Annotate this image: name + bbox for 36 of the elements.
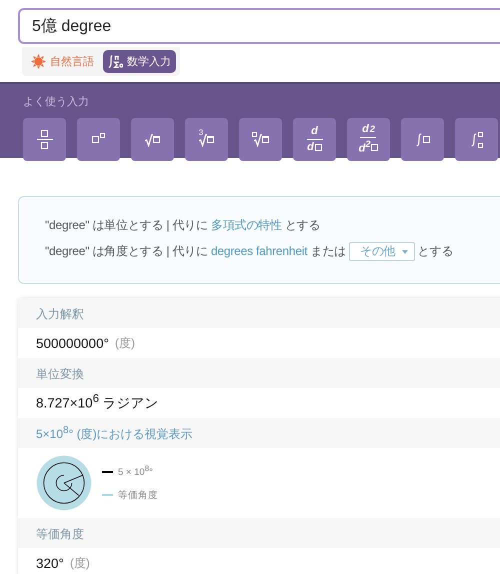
- more-dropdown[interactable]: その他: [349, 242, 415, 261]
- input-mode-tab[interactable]: 自然言語: [26, 50, 99, 73]
- math-template-button[interactable]: d d: [293, 118, 336, 161]
- radical-icon: [145, 132, 153, 146]
- math-template-button[interactable]: [23, 118, 66, 161]
- pod-title: 等価角度: [36, 527, 84, 541]
- result-value: 320°: [36, 556, 64, 570]
- math-template-button[interactable]: [77, 118, 120, 161]
- result-value: 500000000°: [36, 336, 109, 350]
- assumption-text: "degree" は単位とする | 代りに 多項式の特性 とする: [45, 217, 322, 234]
- assumption-link[interactable]: 多項式の特性: [210, 218, 282, 232]
- integral-icon: [416, 132, 422, 148]
- search-field[interactable]: 5億 degree: [18, 8, 500, 44]
- math-template-button[interactable]: [239, 118, 282, 161]
- assumption-link[interactable]: degrees fahrenheit: [210, 244, 308, 258]
- math-template-button[interactable]: [455, 118, 498, 161]
- pod-title: 5×10$^{8}$° (度)における視覚表示: [36, 427, 193, 441]
- math-template-button[interactable]: [401, 118, 444, 161]
- caret-icon: [402, 250, 408, 254]
- legend-label: 等価角度: [118, 488, 158, 502]
- legend-label: 5 × 10$^{8}$°: [118, 464, 153, 479]
- input-mode-tab[interactable]: 数学入力: [103, 50, 176, 73]
- assumption-text: "degree" は角度とする | 代りに degrees fahrenheit または その他 とする: [45, 241, 483, 261]
- math-template-button[interactable]: [131, 118, 174, 161]
- unit-label: (度): [114, 334, 135, 352]
- result-value: 8.727×10$^{6}$ ラジアン: [36, 393, 159, 413]
- pod-title: 入力解釈: [36, 307, 84, 321]
- integral-icon: [470, 132, 476, 148]
- pod-title: 単位変換: [36, 367, 84, 381]
- angle-spiral-drawing: [36, 455, 92, 511]
- panel-title: よく使う入力: [23, 95, 90, 109]
- unit-label: (度): [70, 554, 90, 572]
- sun-icon: [31, 54, 46, 69]
- integral-sum-icon: [108, 54, 123, 69]
- math-template-button[interactable]: 3: [185, 118, 228, 161]
- radical-icon: [254, 132, 262, 146]
